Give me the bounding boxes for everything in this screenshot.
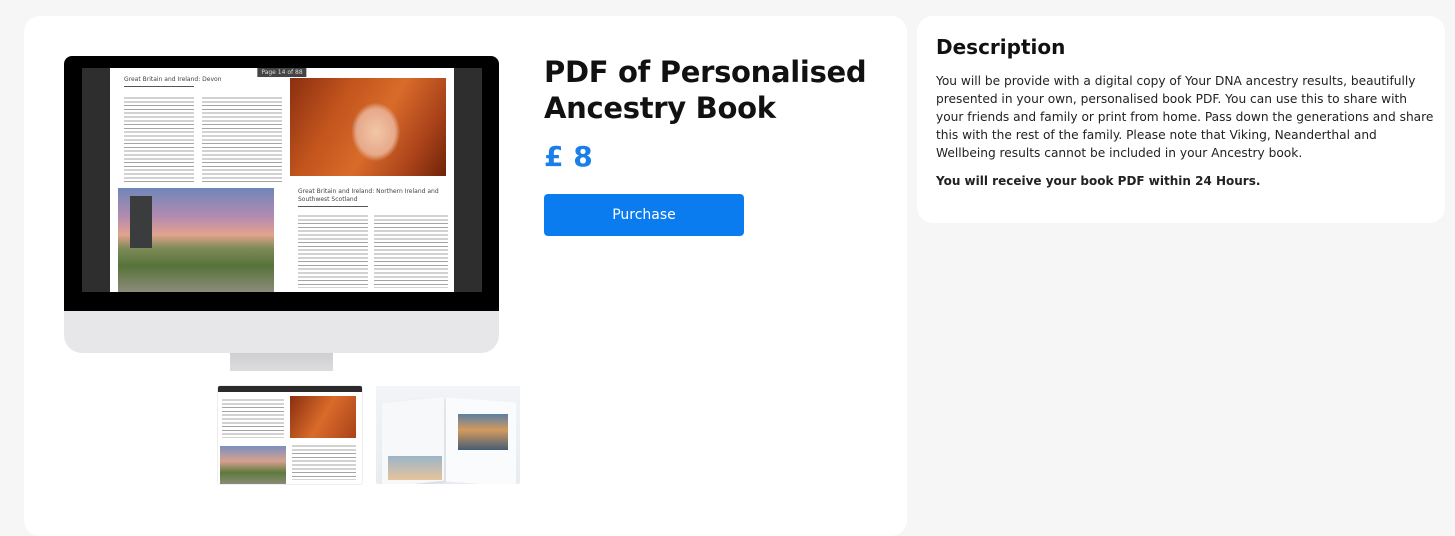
product-card: Page 14 of 88 Great Britain and Ireland:… [24, 16, 907, 536]
description-body: You will be provide with a digital copy … [936, 74, 1434, 160]
book-page-preview: Page 14 of 88 Great Britain and Ireland:… [110, 68, 454, 292]
delivery-note: You will receive your book PDF within 24… [936, 174, 1261, 188]
description-card: Description You will be provide with a d… [917, 16, 1445, 223]
product-title: PDF of Personalised Ancestry Book [544, 55, 867, 125]
page-heading-right: Great Britain and Ireland: Northern Irel… [298, 188, 439, 203]
thumbnail-open-book[interactable] [376, 386, 520, 484]
purchase-button[interactable]: Purchase [544, 194, 744, 236]
description-title: Description [936, 35, 1066, 59]
monitor-screen: Page 14 of 88 Great Britain and Ireland:… [64, 56, 499, 311]
text-column [124, 96, 194, 182]
monitor-stand [230, 353, 333, 371]
text-column [202, 96, 282, 182]
text-column [374, 214, 448, 288]
page-heading-left: Great Britain and Ireland: Devon [124, 76, 222, 83]
portrait-photo [290, 78, 446, 176]
castle-landscape-photo [118, 188, 274, 292]
product-price: £ 8 [544, 140, 593, 173]
product-image-monitor: Page 14 of 88 Great Britain and Ireland:… [64, 56, 499, 371]
text-column [298, 214, 368, 288]
thumbnail-book-pages[interactable] [218, 386, 362, 484]
